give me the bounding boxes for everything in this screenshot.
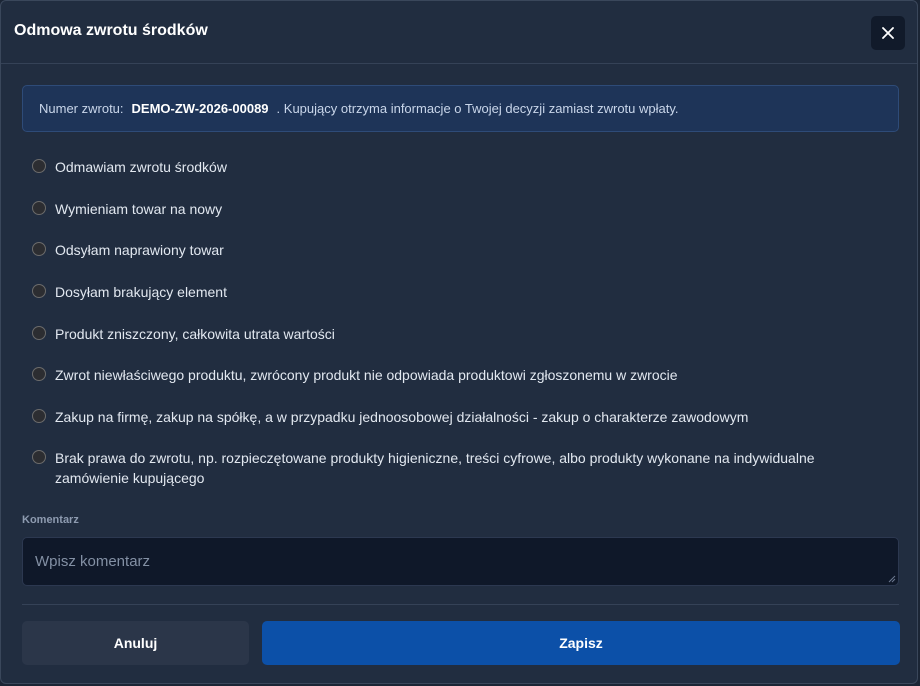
radio-option-destroyed[interactable]: Produkt zniszczony, całkowita utrata war… (32, 324, 855, 344)
radio-label: Odmawiam zwrotu środków (55, 159, 227, 175)
radio-label: Produkt zniszczony, całkowita utrata war… (55, 326, 335, 342)
resize-grip-icon[interactable] (888, 575, 896, 583)
radio-option-refuse[interactable]: Odmawiam zwrotu środków (32, 157, 855, 177)
radio-label: Dosyłam brakujący element (55, 284, 227, 300)
radio-label: Odsyłam naprawiony towar (55, 242, 224, 258)
radio-button[interactable] (32, 450, 46, 464)
radio-label: Zwrot niewłaściwego produktu, zwrócony p… (55, 367, 678, 383)
radio-label: Zakup na firmę, zakup na spółkę, a w prz… (55, 409, 749, 425)
radio-label: Wymieniam towar na nowy (55, 201, 223, 217)
radio-option-missing-element[interactable]: Dosyłam brakujący element (32, 282, 855, 302)
radio-button[interactable] (32, 284, 46, 298)
radio-option-repaired[interactable]: Odsyłam naprawiony towar (32, 240, 855, 260)
comment-placeholder: Wpisz komentarz (35, 553, 151, 570)
refund-refusal-dialog: Odmowa zwrotu środków Numer zwrotu: DEMO… (0, 0, 918, 684)
radio-button[interactable] (32, 242, 46, 256)
dialog-header: Odmowa zwrotu środków (1, 1, 917, 64)
radio-button[interactable] (32, 367, 46, 381)
comment-textarea[interactable]: Wpisz komentarz (22, 537, 899, 586)
close-button[interactable] (871, 16, 905, 50)
dialog-title: Odmowa zwrotu środków (14, 22, 208, 39)
radio-option-business-purchase[interactable]: Zakup na firmę, zakup na spółkę, a w prz… (32, 407, 855, 427)
info-banner: Numer zwrotu: DEMO-ZW-2026-00089 . Kupuj… (22, 85, 899, 132)
radio-option-no-right[interactable]: Brak prawa do zwrotu, np. rozpieczętowan… (32, 448, 855, 488)
save-button[interactable]: Zapisz (262, 621, 900, 665)
radio-label: Brak prawa do zwrotu, np. rozpieczętowan… (55, 450, 815, 486)
cancel-button[interactable]: Anuluj (22, 621, 249, 665)
footer-divider (22, 604, 899, 605)
close-icon (882, 27, 894, 39)
return-number: DEMO-ZW-2026-00089 (131, 101, 269, 116)
radio-button[interactable] (32, 201, 46, 215)
radio-button[interactable] (32, 409, 46, 423)
info-message: . Kupujący otrzyma informacje o Twojej d… (276, 101, 679, 116)
comment-label: Komentarz (22, 514, 79, 526)
radio-option-wrong-product[interactable]: Zwrot niewłaściwego produktu, zwrócony p… (32, 365, 855, 385)
return-number-label: Numer zwrotu: (39, 101, 124, 116)
radio-button[interactable] (32, 326, 46, 340)
radio-option-exchange[interactable]: Wymieniam towar na nowy (32, 199, 855, 219)
radio-button[interactable] (32, 159, 46, 173)
